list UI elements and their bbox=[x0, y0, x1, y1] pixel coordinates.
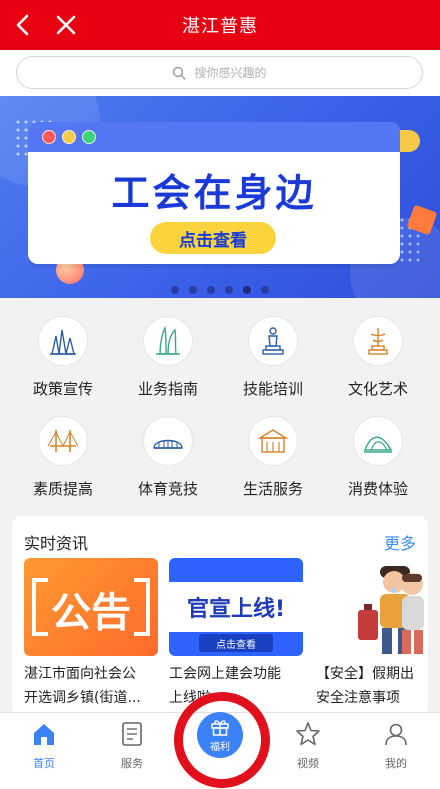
news-headline-line: 【安全】假期出 bbox=[316, 666, 414, 682]
news-headline[interactable]: 【安全】假期出 安全注意事项 bbox=[316, 662, 428, 710]
category-label: 体育竞技 bbox=[137, 480, 198, 498]
user-icon bbox=[385, 723, 407, 746]
news-section-title: 实时资讯 bbox=[24, 534, 89, 553]
news-headline-line: 安全注意事项 bbox=[316, 690, 400, 706]
page-title: 湛江普惠 bbox=[182, 16, 258, 37]
statue-icon bbox=[248, 316, 298, 366]
news-section: 实时资讯 更多 公告 官宣上线! 点击查看 湛江市面向社会公 开选调乡镇(街道.… bbox=[12, 516, 428, 716]
banner-card-titlebar bbox=[28, 122, 400, 152]
travelers-illustration bbox=[358, 566, 424, 654]
category-label: 技能培训 bbox=[242, 380, 303, 398]
news-headline-line: 湛江市面向社会公 bbox=[24, 666, 136, 682]
category-item[interactable]: 消费体验 bbox=[323, 404, 433, 504]
monument-icon bbox=[38, 316, 88, 366]
category-item[interactable]: 素质提高 bbox=[8, 404, 118, 504]
window-dot-icon bbox=[62, 130, 76, 144]
banner-pagination bbox=[0, 286, 440, 294]
pagination-dot[interactable] bbox=[243, 286, 251, 294]
banner-view-button[interactable]: 点击查看 bbox=[150, 222, 276, 254]
news-headline-line: 工会网上建会功能 bbox=[169, 666, 281, 682]
news-more-link[interactable]: 更多 bbox=[384, 530, 416, 554]
thumbnail-band bbox=[169, 558, 303, 582]
category-label: 素质提高 bbox=[32, 480, 93, 498]
news-thumbnail[interactable]: 官宣上线! 点击查看 bbox=[169, 558, 303, 656]
stadium-icon bbox=[143, 416, 193, 466]
category-grid: 政策宣传 业务指南 技能培训 文化艺术素质提高 体育竞技 生活服务 消费体验 bbox=[0, 298, 440, 508]
document-icon bbox=[122, 722, 142, 746]
pagination-dot[interactable] bbox=[261, 286, 269, 294]
nav-item-mine[interactable]: 我的 bbox=[366, 719, 426, 779]
news-headline[interactable]: 湛江市面向社会公 开选调乡镇(街道... bbox=[24, 662, 164, 710]
news-headline-line: 开选调乡镇(街道... bbox=[24, 690, 141, 706]
close-icon[interactable] bbox=[52, 11, 80, 39]
app-header: 湛江普惠 bbox=[0, 0, 440, 50]
pagination-dot[interactable] bbox=[189, 286, 197, 294]
nav-label: 视频 bbox=[297, 757, 319, 770]
home-icon bbox=[34, 724, 54, 745]
building-icon bbox=[248, 416, 298, 466]
highlight-ring bbox=[174, 692, 270, 788]
category-label: 政策宣传 bbox=[32, 380, 93, 398]
nav-item-video[interactable]: 视频 bbox=[278, 719, 338, 779]
banner-card: 工会在身边 点击查看 bbox=[28, 122, 400, 264]
category-label: 文化艺术 bbox=[347, 380, 408, 398]
category-item[interactable]: 业务指南 bbox=[113, 304, 223, 404]
search-icon bbox=[173, 66, 187, 80]
tower-icon bbox=[143, 316, 193, 366]
category-label: 消费体验 bbox=[347, 480, 408, 498]
pagination-dot[interactable] bbox=[207, 286, 215, 294]
star-icon bbox=[296, 722, 320, 746]
pagination-dot[interactable] bbox=[171, 286, 179, 294]
category-item[interactable]: 体育竞技 bbox=[113, 404, 223, 504]
thumbnail-text: 官宣上线! bbox=[169, 582, 303, 632]
thumbnail-text: 公告 bbox=[51, 590, 131, 636]
search-bar-container: 搜你感兴趣的 bbox=[0, 50, 440, 96]
search-input[interactable]: 搜你感兴趣的 bbox=[16, 56, 423, 89]
window-dot-icon bbox=[42, 130, 56, 144]
pagination-dot[interactable] bbox=[225, 286, 233, 294]
thumbnail-button: 点击查看 bbox=[199, 634, 273, 652]
sail-icon bbox=[353, 416, 403, 466]
news-thumbnail[interactable]: 公告 bbox=[24, 558, 158, 656]
bridge-icon bbox=[38, 416, 88, 466]
category-label: 生活服务 bbox=[242, 480, 303, 498]
banner-headline: 工会在身边 bbox=[111, 171, 317, 215]
chevron-left-icon[interactable] bbox=[10, 11, 38, 39]
promo-banner[interactable]: 工会在身边 点击查看 bbox=[0, 96, 440, 298]
category-item[interactable]: 文化艺术 bbox=[323, 304, 433, 404]
sculpture-icon bbox=[353, 316, 403, 366]
nav-label: 服务 bbox=[121, 757, 143, 770]
news-thumbnail[interactable] bbox=[314, 558, 428, 656]
nav-item-service[interactable]: 服务 bbox=[102, 719, 162, 779]
category-label: 业务指南 bbox=[137, 380, 198, 398]
nav-label: 我的 bbox=[385, 757, 407, 770]
category-item[interactable]: 政策宣传 bbox=[8, 304, 118, 404]
nav-label: 首页 bbox=[33, 757, 55, 770]
window-dot-icon bbox=[82, 130, 96, 144]
category-item[interactable]: 技能培训 bbox=[218, 304, 328, 404]
category-item[interactable]: 生活服务 bbox=[218, 404, 328, 504]
nav-item-home[interactable]: 首页 bbox=[14, 719, 74, 779]
search-placeholder: 搜你感兴趣的 bbox=[194, 66, 267, 80]
